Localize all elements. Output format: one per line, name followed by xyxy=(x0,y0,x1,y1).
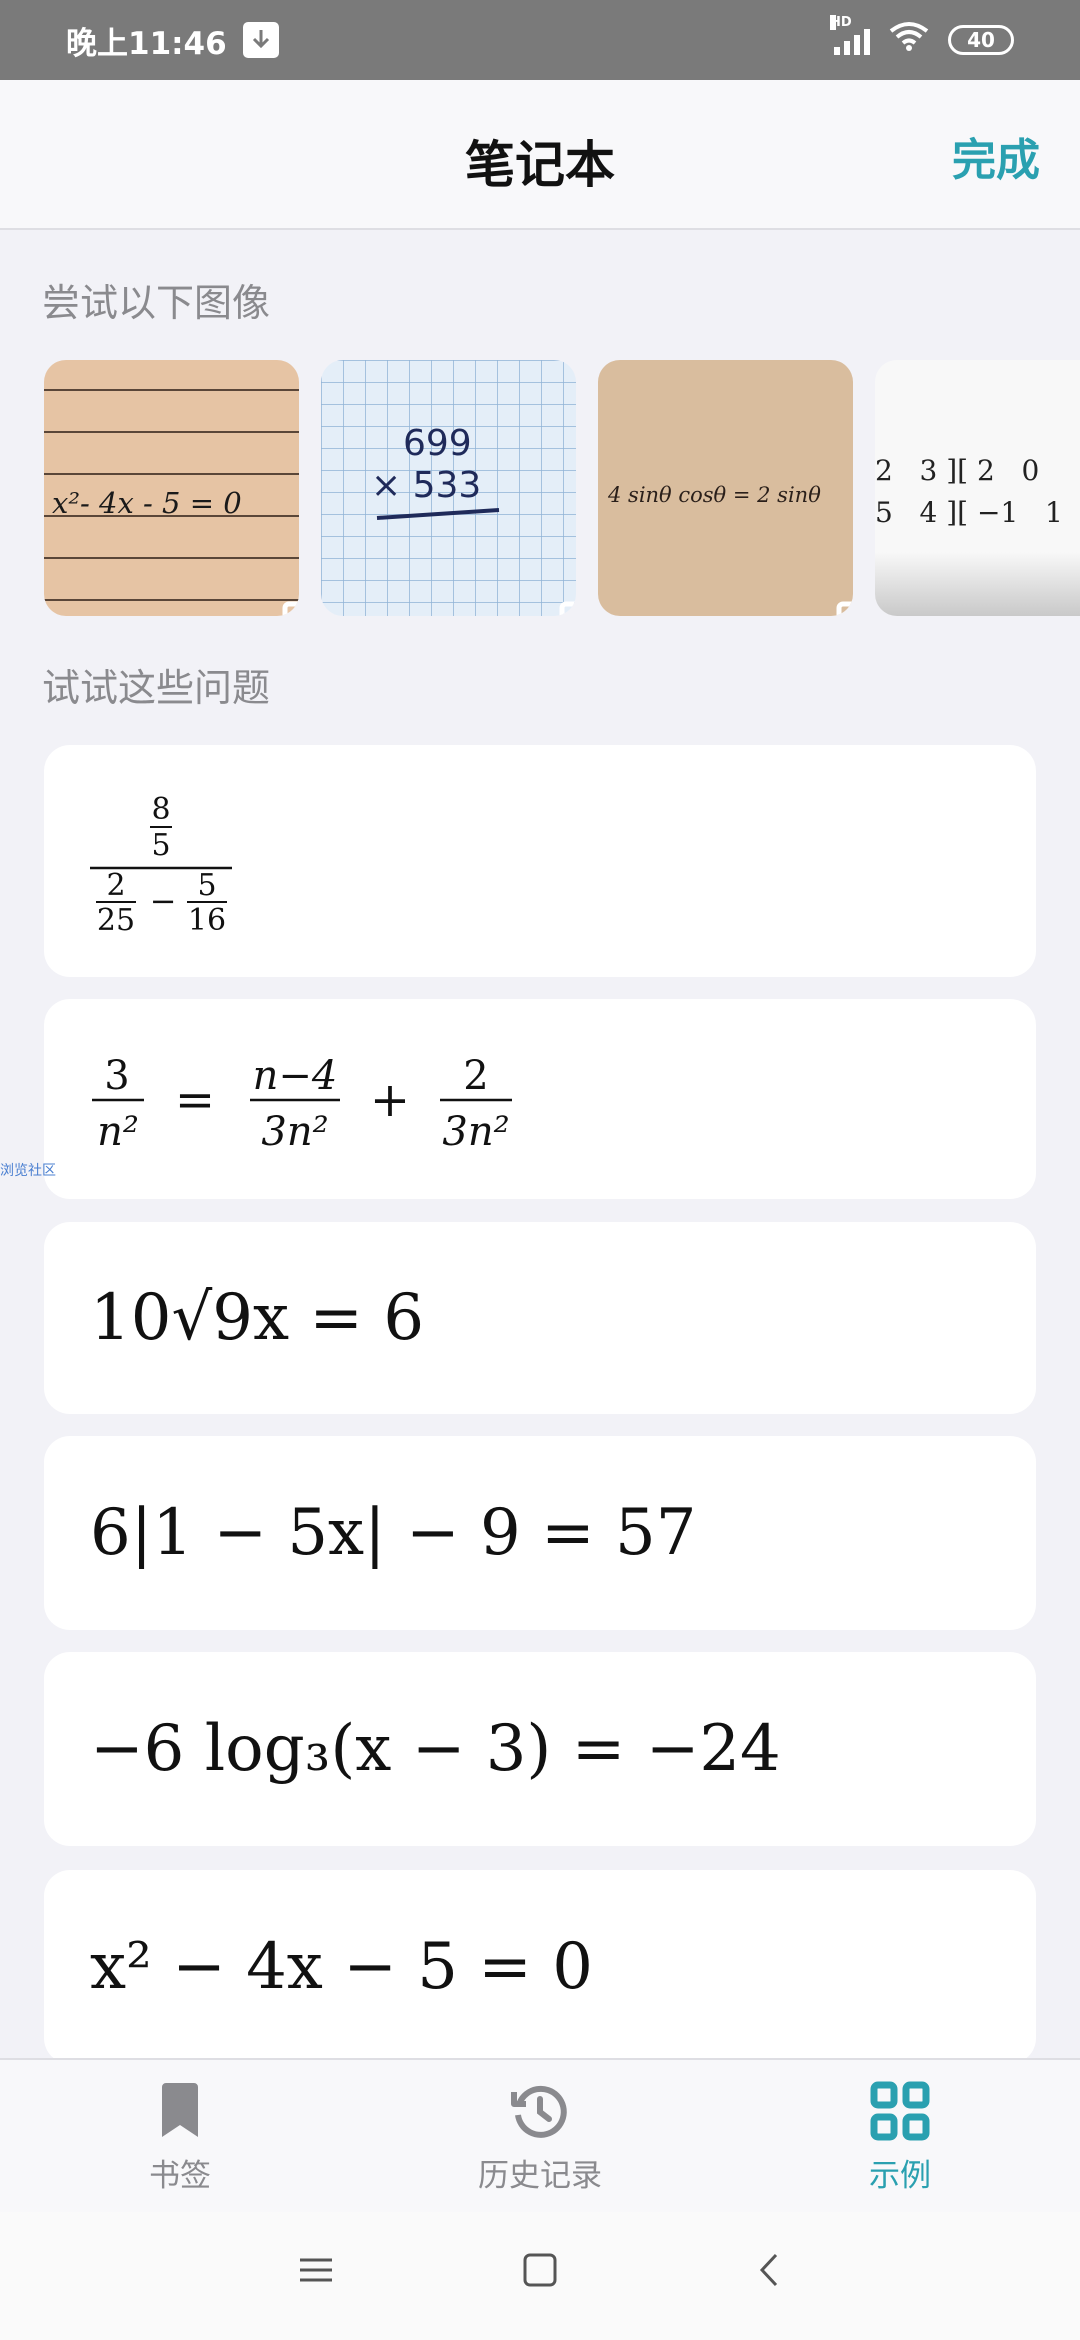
thumb-matrix-row2: 5 4 ][ −1 1 xyxy=(875,496,1063,529)
thumb-multiplication-bottom: × 533 xyxy=(371,465,481,506)
back-icon[interactable] xyxy=(752,2252,788,2292)
frac-numer-bottom: 5 xyxy=(151,828,170,863)
hd-label: HD xyxy=(830,15,852,30)
problem-text: 6|1 − 5x| − 9 = 57 xyxy=(90,1496,697,1570)
signal-icon: HD xyxy=(830,15,870,55)
thumb-quadratic-text: x²- 4x - 5 = 0 xyxy=(52,486,242,520)
thumb-multiplication-top: 699 xyxy=(403,423,472,464)
complex-fraction-math: 8 5 2 25 − 5 16 xyxy=(90,792,232,931)
problem-card-1[interactable]: 8 5 2 25 − 5 16 xyxy=(44,745,1036,977)
grid-icon xyxy=(870,2080,930,2142)
problem-card-6[interactable]: x² − 4x − 5 = 0 xyxy=(44,1870,1036,2064)
thumb-quadratic[interactable]: x²- 4x - 5 = 0 xyxy=(44,360,299,616)
battery-icon: 40 xyxy=(948,25,1014,55)
problem-card-4[interactable]: 6|1 − 5x| − 9 = 57 xyxy=(44,1436,1036,1630)
problem-card-3[interactable]: 10√9x = 6 xyxy=(44,1222,1036,1414)
rational-equation-math: 3 n² = n−4 3n² + 2 3n² xyxy=(92,1053,512,1155)
battery-level: 40 xyxy=(967,28,995,52)
tab-bookmarks-label: 书签 xyxy=(149,2158,211,2194)
status-bar: 晚上11:46 HD 40 xyxy=(0,0,1080,80)
problem-text: 10√9x = 6 xyxy=(90,1281,425,1355)
tab-examples-label: 示例 xyxy=(869,2158,931,2194)
eq-m-top: n−4 xyxy=(253,1053,338,1099)
frac-b-bottom: 16 xyxy=(188,903,226,931)
frac-minus: − xyxy=(150,882,177,920)
tab-history-label: 历史记录 xyxy=(478,2158,602,2194)
eq-r-top: 2 xyxy=(463,1053,488,1099)
thumbnail-row[interactable]: x²- 4x - 5 = 0 699 × 533 4 sinθ cosθ = 2… xyxy=(44,360,1080,616)
eq-l-bottom: n² xyxy=(97,1109,139,1155)
tab-bar: 书签 历史记录 示例 xyxy=(0,2058,1080,2212)
tab-history[interactable]: 历史记录 xyxy=(420,2060,660,2214)
thumb-matrix[interactable]: 2 3 ][ 2 0 5 4 ][ −1 1 xyxy=(875,360,1080,616)
thumb-multiplication[interactable]: 699 × 533 xyxy=(321,360,576,616)
frac-b-top: 5 xyxy=(197,868,216,903)
tab-examples[interactable]: 示例 xyxy=(780,2060,1020,2214)
thumb-trig[interactable]: 4 sinθ cosθ = 2 sinθ xyxy=(598,360,853,616)
problem-text: x² − 4x − 5 = 0 xyxy=(90,1930,593,2004)
frac-a-top: 2 xyxy=(106,868,125,903)
images-section-label: 尝试以下图像 xyxy=(42,281,271,325)
nav-header: 笔记本 完成 xyxy=(0,80,1080,230)
system-navigation-bar xyxy=(0,2212,1080,2340)
frac-a-bottom: 25 xyxy=(97,903,135,931)
done-button[interactable]: 完成 xyxy=(952,124,1040,188)
eq-l-top: 3 xyxy=(104,1053,129,1099)
status-time: 晚上11:46 xyxy=(66,25,227,62)
eq-equals: = xyxy=(175,1072,215,1128)
bookmark-icon xyxy=(160,2080,200,2142)
problem-card-5[interactable]: −6 log₃(x − 3) = −24 xyxy=(44,1652,1036,1846)
side-watermark: 浏览社区 xyxy=(0,1163,56,1179)
home-icon[interactable] xyxy=(522,2252,558,2292)
tab-bookmarks[interactable]: 书签 xyxy=(60,2060,300,2214)
frac-numer-top: 8 xyxy=(151,792,170,827)
eq-plus: + xyxy=(370,1072,410,1128)
menu-icon[interactable] xyxy=(298,2252,334,2292)
eq-m-bottom: 3n² xyxy=(261,1109,328,1155)
page-title: 笔记本 xyxy=(465,136,615,194)
history-icon xyxy=(511,2080,569,2142)
download-notification-icon xyxy=(242,22,279,58)
eq-r-bottom: 3n² xyxy=(442,1109,509,1155)
thumb-trig-text: 4 sinθ cosθ = 2 sinθ xyxy=(607,483,821,507)
wifi-icon xyxy=(888,20,930,60)
thumb-matrix-row1: 2 3 ][ 2 0 xyxy=(875,454,1039,487)
problem-card-2[interactable]: 3 n² = n−4 3n² + 2 3n² xyxy=(44,999,1036,1199)
problems-section-label: 试试这些问题 xyxy=(42,666,271,710)
problem-text: −6 log₃(x − 3) = −24 xyxy=(90,1712,781,1786)
